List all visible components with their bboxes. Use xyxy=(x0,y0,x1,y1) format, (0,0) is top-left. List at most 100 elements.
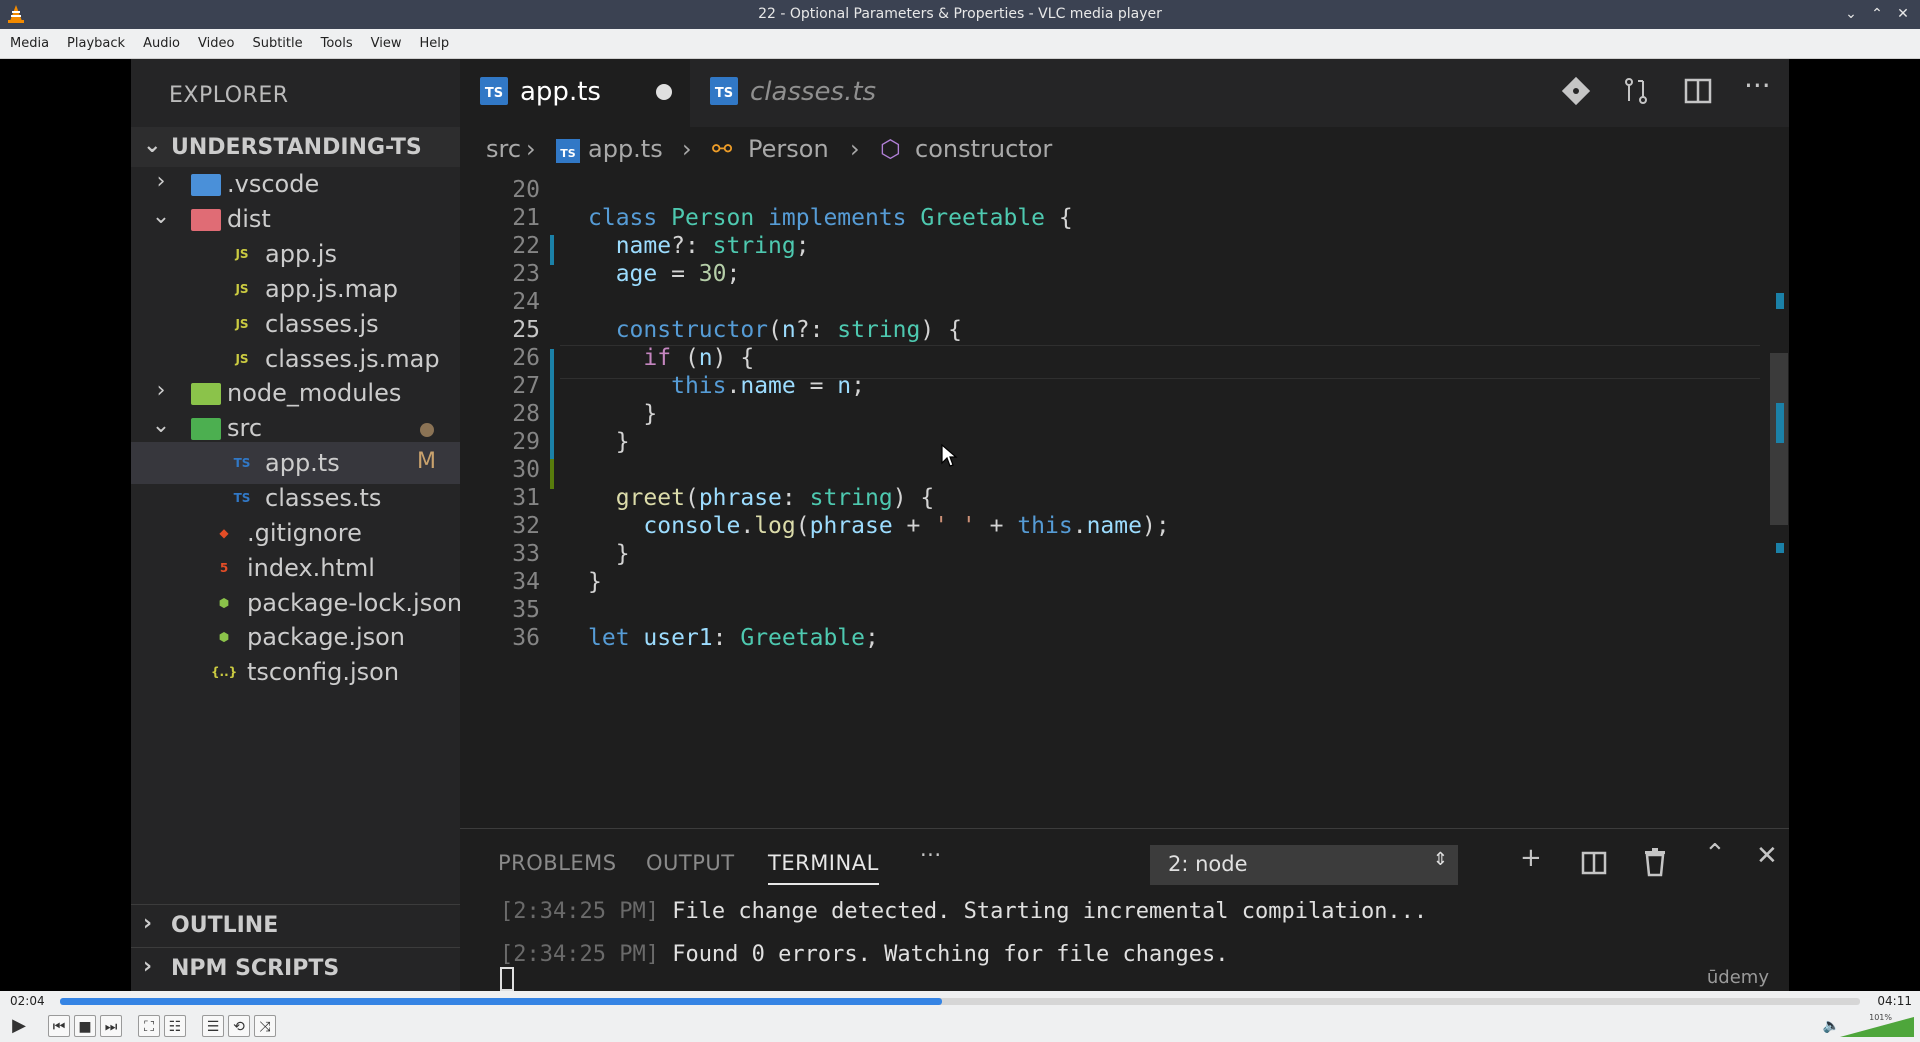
split-terminal-icon[interactable] xyxy=(1580,849,1608,877)
tab-app-ts[interactable]: TS app.ts xyxy=(460,59,690,127)
terminal-text: File change detected. Starting increment… xyxy=(658,899,1428,924)
loop-button[interactable]: ⟲ xyxy=(228,1015,250,1037)
file-icon xyxy=(191,418,221,440)
next-button[interactable]: ⏭ xyxy=(100,1015,122,1037)
compare-changes-icon[interactable] xyxy=(1620,75,1652,107)
code-line: this.name = n; xyxy=(671,373,865,399)
volume-slider[interactable] xyxy=(1840,1017,1914,1037)
code-line: } xyxy=(588,569,602,595)
breadcrumb-class[interactable]: Person xyxy=(748,135,829,163)
tree-item-label: src xyxy=(227,414,263,442)
modified-badge: M xyxy=(417,449,436,474)
terminal-select-value: 2: node xyxy=(1168,852,1248,876)
chevron-down-icon[interactable]: ⌄ xyxy=(151,204,171,229)
code-line: let user1: Greetable; xyxy=(588,625,879,651)
seek-slider[interactable] xyxy=(60,998,1860,1005)
menu-media[interactable]: Media xyxy=(4,36,61,51)
maximize-button[interactable]: ⌃ xyxy=(1868,4,1886,24)
tree-item[interactable]: {..} tsconfig.json xyxy=(131,651,460,693)
fullscreen-button[interactable]: ⛶ xyxy=(138,1015,160,1037)
code-editor[interactable]: 20 21 22 23 24 25 26 27 28 29 30 31 32 33 34 35 36 class… xyxy=(460,173,1789,828)
terminal-line: [2:34:25 PM] File change detected. Start… xyxy=(500,899,1427,924)
line-number: 20 xyxy=(512,177,540,203)
chevron-right-icon: › xyxy=(526,135,536,163)
tree-item-label: app.js.map xyxy=(265,275,398,303)
breadcrumb-src[interactable]: src xyxy=(486,135,521,163)
added-gutter-mark xyxy=(550,459,554,489)
tab-problems[interactable]: PROBLEMS xyxy=(498,851,617,875)
menu-subtitle[interactable]: Subtitle xyxy=(246,36,314,51)
tree-item-label: app.js xyxy=(265,240,337,268)
chevron-down-icon[interactable]: ⌄ xyxy=(151,413,171,438)
code-line: if (n) { xyxy=(643,345,755,371)
changes-dot-icon xyxy=(420,423,434,437)
updown-arrow-icon: ⇕ xyxy=(1432,849,1448,870)
video-area[interactable]: EXPLORER ⌄ UNDERSTANDING-TS › .vscode ⌄ dis… xyxy=(0,59,1920,991)
menu-view[interactable]: View xyxy=(365,36,414,51)
menu-playback[interactable]: Playback xyxy=(61,36,137,51)
close-panel-icon[interactable]: ✕ xyxy=(1756,841,1778,871)
class-icon: ⚯ xyxy=(712,135,733,163)
npm-scripts-label: NPM SCRIPTS xyxy=(171,956,340,981)
editor-scrollbar[interactable] xyxy=(1770,173,1788,828)
modified-gutter-mark xyxy=(550,235,554,265)
udemy-watermark: ūdemy xyxy=(1706,967,1769,988)
chevron-right-icon[interactable]: › xyxy=(151,378,171,403)
file-icon: JS xyxy=(235,247,249,261)
line-number: 32 xyxy=(512,513,540,539)
menu-video[interactable]: Video xyxy=(192,36,246,51)
previous-button[interactable]: ⏮ xyxy=(48,1015,70,1037)
chevron-down-icon: ⌄ xyxy=(143,133,162,158)
window-titlebar: 22 - Optional Parameters & Properties - … xyxy=(0,0,1920,29)
explorer-title: EXPLORER xyxy=(169,83,289,108)
outline-section: › OUTLINE xyxy=(131,904,460,944)
tree-item-label: node_modules xyxy=(227,379,402,407)
tree-item-label: classes.js xyxy=(265,310,379,338)
stop-button[interactable]: ■ xyxy=(74,1015,96,1037)
tab-label: classes.ts xyxy=(750,77,877,107)
tab-terminal[interactable]: TERMINAL xyxy=(768,851,879,885)
seek-progress xyxy=(60,998,942,1005)
breadcrumb-method[interactable]: constructor xyxy=(915,135,1052,163)
trash-icon[interactable] xyxy=(1642,847,1668,877)
modified-dot-icon[interactable] xyxy=(656,84,672,100)
speaker-icon[interactable]: 🔈 xyxy=(1823,1018,1840,1034)
terminal-select[interactable]: 2: node ⇕ xyxy=(1150,845,1458,885)
extended-settings-button[interactable]: ☷ xyxy=(164,1015,186,1037)
breadcrumb-file[interactable]: app.ts xyxy=(588,135,663,163)
line-number: 36 xyxy=(512,625,540,651)
line-number: 29 xyxy=(512,429,540,455)
tab-classes-ts[interactable]: TS classes.ts xyxy=(692,59,922,127)
tree-item-label: index.html xyxy=(247,554,375,582)
source-control-icon[interactable] xyxy=(1560,75,1592,107)
menu-tools[interactable]: Tools xyxy=(315,36,365,51)
minimap-mark xyxy=(1776,403,1784,443)
mouse-cursor-icon xyxy=(941,443,958,467)
line-number: 31 xyxy=(512,485,540,511)
tab-output[interactable]: OUTPUT xyxy=(646,851,735,875)
file-icon xyxy=(191,383,221,405)
chevron-right-icon[interactable]: › xyxy=(151,169,171,194)
more-panels-icon[interactable]: ··· xyxy=(920,843,942,867)
file-icon: ⬢ xyxy=(218,596,230,610)
file-icon: 5 xyxy=(219,561,229,575)
shuffle-button[interactable]: ⤨ xyxy=(254,1015,276,1037)
file-icon: ◆ xyxy=(219,526,229,540)
line-number: 27 xyxy=(512,373,540,399)
plus-icon[interactable]: + xyxy=(1520,843,1542,873)
chevron-up-icon[interactable]: ⌃ xyxy=(1704,839,1726,869)
more-actions-icon[interactable]: ··· xyxy=(1744,69,1771,102)
line-number: 24 xyxy=(512,289,540,315)
total-time: 04:11 xyxy=(1877,994,1912,1008)
typescript-icon: TS xyxy=(556,139,580,163)
play-button[interactable]: ▶ xyxy=(6,1015,32,1039)
minimize-button[interactable]: ⌄ xyxy=(1842,4,1860,24)
menu-help[interactable]: Help xyxy=(414,36,462,51)
menu-audio[interactable]: Audio xyxy=(137,36,192,51)
file-icon xyxy=(191,209,221,231)
playlist-button[interactable]: ☰ xyxy=(202,1015,224,1037)
tree-item-label: classes.js.map xyxy=(265,345,440,373)
split-editor-icon[interactable] xyxy=(1682,75,1714,107)
method-icon: ⬡ xyxy=(880,135,901,163)
close-button[interactable]: ✕ xyxy=(1894,4,1912,24)
